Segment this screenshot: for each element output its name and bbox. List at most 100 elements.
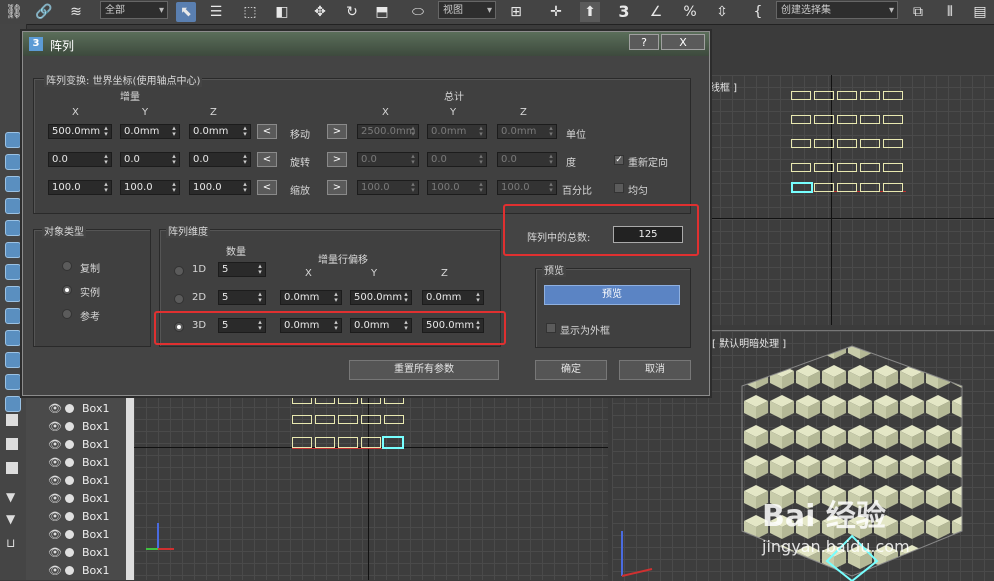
- rotate-increment-z[interactable]: 0.0 ▴ ▾: [189, 152, 251, 167]
- show-as-box-checkbox[interactable]: [546, 323, 556, 333]
- placement-icon[interactable]: ⬭: [408, 2, 428, 22]
- uniform-checkbox[interactable]: [614, 183, 624, 193]
- render-dot-icon[interactable]: [65, 548, 74, 557]
- list-item[interactable]: 👁 Box1: [26, 472, 130, 490]
- 2d-offset-x[interactable]: 0.0mm ▴ ▾: [280, 290, 342, 305]
- move-right-arrow-button[interactable]: >: [327, 124, 347, 139]
- list-item[interactable]: 👁 Box1: [26, 562, 130, 580]
- move-increment-x[interactable]: 500.0mm ▴ ▾: [48, 124, 112, 139]
- eye-icon[interactable]: 👁: [48, 475, 62, 487]
- rotate-icon[interactable]: ↻: [342, 2, 362, 22]
- scale-left-arrow-button[interactable]: <: [257, 180, 277, 195]
- list-item[interactable]: 👁 Box1: [26, 526, 130, 544]
- eye-icon[interactable]: 👁: [48, 565, 62, 577]
- 2d-count-spinner[interactable]: 5 ▴ ▾: [218, 290, 266, 305]
- render-dot-icon[interactable]: [65, 566, 74, 575]
- rotate-increment-y[interactable]: 0.0 ▴ ▾: [120, 152, 180, 167]
- preview-button[interactable]: 预览: [544, 285, 680, 305]
- 1d-radio[interactable]: [174, 266, 184, 276]
- create-camera-icon[interactable]: [5, 198, 21, 214]
- render-dot-icon[interactable]: [65, 476, 74, 485]
- box-icon[interactable]: [6, 438, 18, 450]
- layer-icon[interactable]: ▤: [970, 2, 990, 22]
- list-item[interactable]: 👁 Box1: [26, 508, 130, 526]
- eye-icon[interactable]: 👁: [48, 439, 62, 451]
- render-dot-icon[interactable]: [65, 512, 74, 521]
- eye-icon[interactable]: 👁: [48, 421, 62, 433]
- edit-named-selection-icon[interactable]: {: [748, 2, 768, 22]
- cancel-button[interactable]: 取消: [619, 360, 691, 380]
- move-increment-y[interactable]: 0.0mm ▴ ▾: [120, 124, 180, 139]
- 2d-offset-y[interactable]: 500.0mm ▴ ▾: [350, 290, 412, 305]
- eye-icon[interactable]: 👁: [48, 493, 62, 505]
- list-item[interactable]: 👁 Box1: [26, 454, 130, 472]
- select-object-icon[interactable]: ⬉: [176, 2, 196, 22]
- keyboard-shortcut-icon[interactable]: ⬆: [580, 2, 600, 22]
- render-dot-icon[interactable]: [65, 494, 74, 503]
- hierarchy-icon[interactable]: [5, 330, 21, 346]
- front-viewport[interactable]: [134, 395, 608, 580]
- help-button[interactable]: ?: [629, 34, 659, 50]
- create-helper-icon[interactable]: [5, 220, 21, 236]
- render-dot-icon[interactable]: [65, 422, 74, 431]
- list-item[interactable]: 👁 Box1: [26, 400, 130, 418]
- render-dot-icon[interactable]: [65, 458, 74, 467]
- window-crossing-icon[interactable]: ◧: [272, 2, 292, 22]
- render-dot-icon[interactable]: [65, 440, 74, 449]
- pivot-center-icon[interactable]: ⊞: [506, 2, 526, 22]
- list-item[interactable]: 👁 Box1: [26, 418, 130, 436]
- scene-list-scrollbar[interactable]: [126, 395, 134, 580]
- dialog-titlebar[interactable]: 3 阵列 ? X: [23, 32, 709, 56]
- eye-toggle-icon[interactable]: [5, 396, 21, 412]
- create-light-icon[interactable]: [5, 176, 21, 192]
- rotate-increment-x[interactable]: 0.0 ▴ ▾: [48, 152, 112, 167]
- mirror-icon[interactable]: ⧉: [908, 2, 928, 22]
- bind-spacewarp-icon[interactable]: ≋: [66, 2, 86, 22]
- scale-increment-y[interactable]: 100.0 ▴ ▾: [120, 180, 180, 195]
- spacewarp-icon[interactable]: [5, 242, 21, 258]
- list-icon[interactable]: [6, 414, 18, 426]
- motion-icon[interactable]: [5, 352, 21, 368]
- reorient-checkbox[interactable]: ✓: [614, 155, 624, 165]
- eye-icon[interactable]: 👁: [48, 403, 62, 415]
- funnel-icon[interactable]: ▼: [6, 490, 15, 504]
- unlink-icon[interactable]: 🔗: [34, 2, 54, 22]
- percent-snap-icon[interactable]: %: [680, 2, 700, 22]
- folder-icon[interactable]: ⊔: [6, 536, 15, 550]
- eye-icon[interactable]: 👁: [48, 457, 62, 469]
- named-selection-dropdown[interactable]: 创建选择集: [776, 1, 898, 20]
- eye-icon[interactable]: 👁: [48, 511, 62, 523]
- align-icon[interactable]: ⫴: [940, 2, 960, 22]
- reset-all-parameters-button[interactable]: 重置所有参数: [349, 360, 499, 380]
- 2d-offset-z[interactable]: 0.0mm ▴ ▾: [422, 290, 484, 305]
- angle-snap-icon[interactable]: ∠: [646, 2, 666, 22]
- scale-increment-x[interactable]: 100.0 ▴ ▾: [48, 180, 112, 195]
- reference-coord-dropdown[interactable]: 视图: [438, 1, 496, 20]
- link-icon[interactable]: ⛓: [4, 2, 24, 22]
- select-by-name-icon[interactable]: ☰: [206, 2, 226, 22]
- rotate-right-arrow-button[interactable]: >: [327, 152, 347, 167]
- render-dot-icon[interactable]: [65, 404, 74, 413]
- snowflake-icon[interactable]: [5, 374, 21, 390]
- list-item[interactable]: 👁 Box1: [26, 436, 130, 454]
- scale-icon[interactable]: ⬒: [372, 2, 392, 22]
- select-manipulate-icon[interactable]: ✛: [546, 2, 566, 22]
- move-left-arrow-button[interactable]: <: [257, 124, 277, 139]
- 1d-count-spinner[interactable]: 5 ▴ ▾: [218, 262, 266, 277]
- scale-increment-z[interactable]: 100.0 ▴ ▾: [189, 180, 251, 195]
- move-increment-z[interactable]: 0.0mm ▴ ▾: [189, 124, 251, 139]
- 2d-radio[interactable]: [174, 294, 184, 304]
- create-geometry-icon[interactable]: [5, 132, 21, 148]
- move-icon[interactable]: ✥: [310, 2, 330, 22]
- render-dot-icon[interactable]: [65, 530, 74, 539]
- rotate-left-arrow-button[interactable]: <: [257, 152, 277, 167]
- scale-right-arrow-button[interactable]: >: [327, 180, 347, 195]
- display-icon[interactable]: [5, 286, 21, 302]
- copy-radio[interactable]: [62, 261, 72, 271]
- eye-icon[interactable]: 👁: [48, 529, 62, 541]
- rect-selection-icon[interactable]: ⬚: [240, 2, 260, 22]
- close-button[interactable]: X: [661, 34, 705, 50]
- utilities-icon[interactable]: [5, 308, 21, 324]
- list-item[interactable]: 👁 Box1: [26, 490, 130, 508]
- top-viewport[interactable]: 线框 ]: [708, 75, 994, 325]
